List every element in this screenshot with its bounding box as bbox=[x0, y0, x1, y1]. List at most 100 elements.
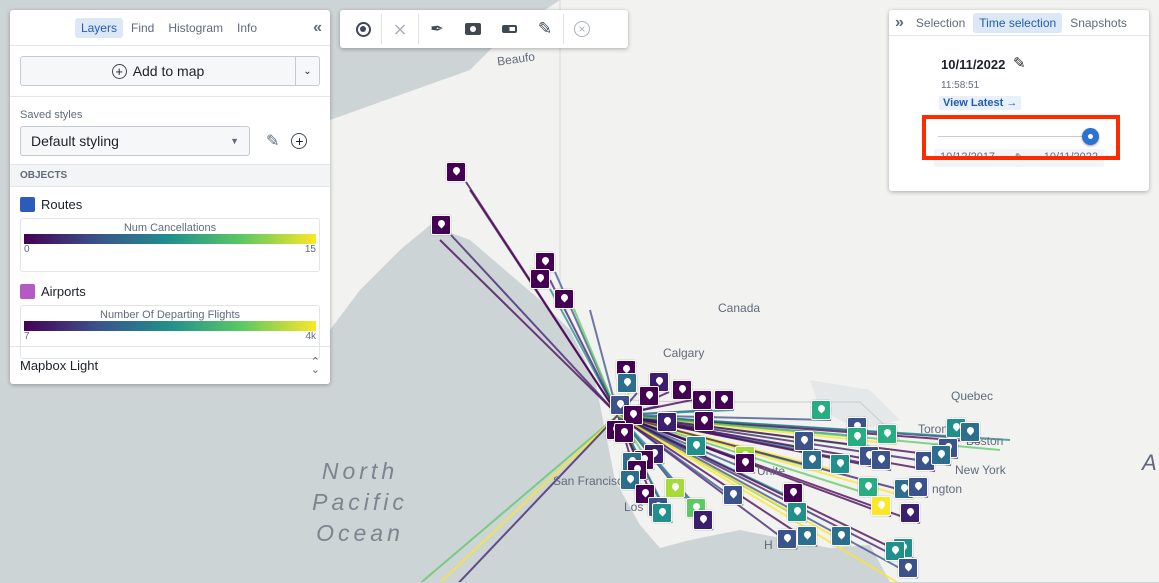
airport-marker[interactable] bbox=[693, 510, 713, 530]
airport-marker[interactable] bbox=[847, 427, 867, 447]
add-to-map-button[interactable]: + Add to map bbox=[20, 56, 296, 86]
toggle-icon[interactable] bbox=[491, 25, 527, 33]
airport-marker[interactable] bbox=[794, 431, 814, 451]
map-pin-icon bbox=[802, 529, 813, 540]
map-label-atlantic: A bbox=[1142, 450, 1157, 475]
map-label-canada: Canada bbox=[718, 301, 761, 315]
airport-marker[interactable] bbox=[777, 529, 797, 549]
airport-marker[interactable] bbox=[811, 400, 831, 420]
basemap-label: Mapbox Light bbox=[20, 358, 99, 373]
airport-marker[interactable] bbox=[623, 405, 643, 425]
airport-marker[interactable] bbox=[723, 485, 743, 505]
collapse-panel-icon[interactable]: « bbox=[313, 19, 322, 37]
routes-icon bbox=[20, 197, 35, 212]
map-pin-icon bbox=[691, 439, 702, 450]
airport-marker[interactable] bbox=[617, 373, 637, 393]
tab-find[interactable]: Find bbox=[125, 18, 160, 38]
saved-styles-select[interactable]: Default styling ▼ bbox=[20, 126, 250, 156]
view-latest-link[interactable]: View Latest → bbox=[939, 96, 1022, 110]
clear-icon[interactable]: × bbox=[564, 21, 600, 37]
layer-airports[interactable]: Airports bbox=[10, 272, 330, 305]
airport-marker[interactable] bbox=[665, 478, 685, 498]
airport-marker[interactable] bbox=[898, 558, 918, 578]
time-slider-handle[interactable] bbox=[1082, 128, 1099, 145]
add-to-map-dropdown[interactable]: ⌄ bbox=[296, 56, 320, 86]
map-pin-icon bbox=[740, 456, 751, 467]
airport-marker[interactable] bbox=[672, 380, 692, 400]
map-pin-icon bbox=[852, 430, 863, 441]
map-pin-icon bbox=[782, 532, 793, 543]
tab-info[interactable]: Info bbox=[231, 18, 263, 38]
map-pin-icon bbox=[890, 544, 901, 555]
map-pin-icon bbox=[876, 453, 887, 464]
map-pin-icon bbox=[836, 529, 847, 540]
layer-routes[interactable]: Routes bbox=[10, 187, 330, 218]
airport-marker[interactable] bbox=[858, 477, 878, 497]
map-pin-icon bbox=[698, 513, 709, 524]
map-pin-icon bbox=[792, 505, 803, 516]
airport-marker[interactable] bbox=[900, 503, 920, 523]
map-pin-icon bbox=[936, 448, 947, 459]
edit-date-icon[interactable]: ✎ bbox=[1013, 54, 1026, 72]
airport-marker[interactable] bbox=[554, 289, 574, 309]
edit-style-icon[interactable]: ✎ bbox=[266, 131, 279, 151]
airport-marker[interactable] bbox=[802, 450, 822, 470]
airport-marker[interactable] bbox=[614, 423, 634, 443]
map-label-united: Unite bbox=[757, 464, 786, 478]
map-pin-icon bbox=[903, 561, 914, 572]
map-pin-icon bbox=[621, 363, 632, 374]
map-label-newyork: New York bbox=[955, 463, 1006, 477]
map-pin-icon bbox=[535, 272, 546, 283]
map-pin-icon bbox=[670, 481, 681, 492]
map-label-ocean: North Pacific Ocean bbox=[312, 458, 408, 546]
map-pin-icon bbox=[622, 376, 633, 387]
map-pin-icon bbox=[719, 393, 730, 404]
airport-marker[interactable] bbox=[692, 390, 712, 410]
airport-marker[interactable] bbox=[871, 450, 891, 470]
airport-marker[interactable] bbox=[830, 454, 850, 474]
map-pin-icon bbox=[799, 434, 810, 445]
airport-marker[interactable] bbox=[783, 483, 803, 503]
chevron-down-icon: ⌄ bbox=[303, 65, 312, 77]
map-pin-icon bbox=[863, 480, 874, 491]
tab-selection[interactable]: Selection bbox=[910, 13, 971, 33]
airport-marker[interactable] bbox=[446, 162, 466, 182]
map-pin-icon bbox=[965, 425, 976, 436]
route-line[interactable] bbox=[410, 414, 619, 582]
map-pin-icon bbox=[540, 255, 551, 266]
pen-icon[interactable]: ✒ bbox=[419, 19, 455, 39]
camera-icon[interactable] bbox=[455, 23, 491, 35]
airport-marker[interactable] bbox=[652, 503, 672, 523]
tab-histogram[interactable]: Histogram bbox=[162, 18, 229, 38]
airport-marker[interactable] bbox=[714, 390, 734, 410]
tab-time-selection[interactable]: Time selection bbox=[973, 12, 1063, 33]
add-style-icon[interactable]: + bbox=[291, 133, 308, 149]
airport-marker[interactable] bbox=[735, 453, 755, 473]
airport-marker[interactable] bbox=[639, 386, 659, 406]
airport-marker[interactable] bbox=[960, 422, 980, 442]
caret-down-icon: ▼ bbox=[230, 136, 239, 146]
tab-snapshots[interactable]: Snapshots bbox=[1064, 13, 1133, 33]
airport-marker[interactable] bbox=[908, 477, 928, 497]
layers-panel: Layers Find Histogram Info « + Add to ma… bbox=[10, 10, 330, 384]
airport-marker[interactable] bbox=[694, 411, 714, 431]
target-icon[interactable] bbox=[345, 21, 381, 37]
airport-marker[interactable] bbox=[686, 436, 706, 456]
airport-marker[interactable] bbox=[831, 526, 851, 546]
routes-legend-title: Num Cancellations bbox=[123, 222, 217, 234]
map-pin-icon bbox=[816, 403, 827, 414]
time-slider-track[interactable] bbox=[938, 136, 1090, 137]
edit-icon[interactable]: ✎ bbox=[527, 19, 563, 39]
airport-marker[interactable] bbox=[787, 502, 807, 522]
airport-marker[interactable] bbox=[877, 424, 897, 444]
basemap-selector[interactable]: Mapbox Light ⌃ ⌄ bbox=[10, 346, 330, 384]
expand-panel-icon[interactable]: » bbox=[895, 14, 904, 32]
airport-marker[interactable] bbox=[657, 412, 677, 432]
graph-icon[interactable]: ⨯ bbox=[382, 19, 418, 40]
tab-layers[interactable]: Layers bbox=[74, 17, 123, 38]
airport-marker[interactable] bbox=[431, 215, 451, 235]
airport-marker[interactable] bbox=[530, 269, 550, 289]
airport-marker[interactable] bbox=[797, 526, 817, 546]
airport-marker[interactable] bbox=[931, 445, 951, 465]
airport-marker[interactable] bbox=[871, 496, 891, 516]
